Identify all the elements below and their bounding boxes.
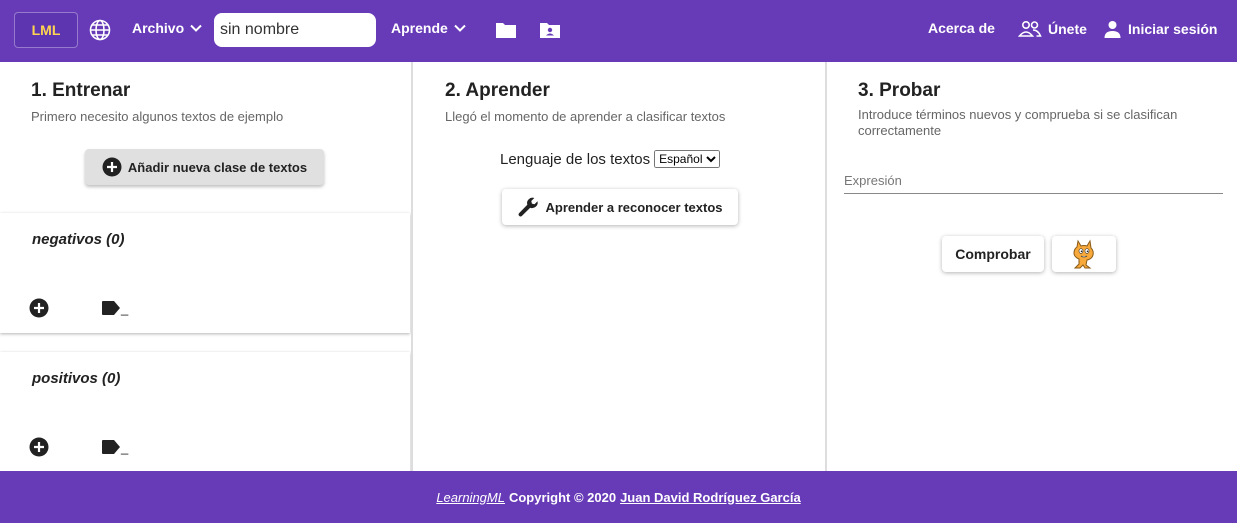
about-label: Acerca de bbox=[928, 20, 995, 36]
learn-subtitle: Llegó el momento de aprender a clasifica… bbox=[445, 109, 726, 124]
add-example-icon[interactable] bbox=[29, 437, 49, 457]
logo-button[interactable]: LML bbox=[14, 12, 78, 48]
project-name-input[interactable] bbox=[214, 13, 376, 47]
aprende-menu[interactable]: Aprende bbox=[391, 20, 467, 36]
tag-text: _ bbox=[121, 301, 129, 316]
add-class-button[interactable]: Añadir nueva clase de textos bbox=[85, 149, 324, 185]
train-panel: 1. Entrenar Primero necesito algunos tex… bbox=[0, 62, 410, 472]
train-subtitle: Primero necesito algunos textos de ejemp… bbox=[31, 109, 284, 124]
language-label: Lenguaje de los textos bbox=[500, 150, 651, 168]
learn-title: 2. Aprender bbox=[445, 80, 550, 101]
expression-input[interactable]: Expresión bbox=[844, 173, 902, 188]
brand-link[interactable]: LearningML bbox=[436, 490, 505, 505]
about-link[interactable]: Acerca de bbox=[928, 20, 995, 36]
class-name: positivos (0) bbox=[32, 370, 121, 387]
copyright-text: Copyright © 2020 bbox=[508, 489, 617, 505]
tag-text: _ bbox=[121, 440, 129, 455]
add-class-label: Añadir nueva clase de textos bbox=[127, 159, 308, 175]
chevron-down-icon bbox=[190, 24, 202, 32]
tag-icon[interactable] bbox=[101, 300, 121, 316]
aprende-label: Aprende bbox=[391, 20, 448, 36]
class-card: positivos (0) _ bbox=[0, 352, 410, 472]
top-bar: LML Archivo Aprende Acerca de Únete Inic… bbox=[0, 0, 1237, 62]
tag-icon[interactable] bbox=[101, 439, 121, 455]
check-button-label: Comprobar bbox=[955, 246, 1031, 262]
test-subtitle: Introduce términos nuevos y comprueba si… bbox=[858, 107, 1178, 138]
scratch-button[interactable] bbox=[1052, 236, 1116, 272]
add-circle-icon bbox=[102, 157, 122, 177]
archivo-label: Archivo bbox=[132, 20, 185, 36]
chevron-down-icon bbox=[454, 24, 466, 32]
archivo-menu[interactable]: Archivo bbox=[132, 20, 203, 36]
class-name: negativos (0) bbox=[32, 231, 125, 248]
login-label: Iniciar sesión bbox=[1128, 21, 1218, 37]
join-label: Únete bbox=[1048, 21, 1087, 37]
scratch-cat-icon bbox=[1073, 239, 1094, 269]
wrench-icon bbox=[519, 197, 539, 217]
class-card: negativos (0) _ bbox=[0, 213, 410, 333]
learn-button[interactable]: Aprender a reconocer textos bbox=[502, 189, 738, 225]
expression-underline bbox=[844, 193, 1223, 194]
check-button[interactable]: Comprobar bbox=[942, 236, 1044, 272]
login-link[interactable]: Iniciar sesión bbox=[1103, 20, 1217, 38]
test-panel: 3. Probar Introduce términos nuevos y co… bbox=[825, 62, 1237, 471]
train-title: 1. Entrenar bbox=[31, 80, 131, 101]
folder-shared-icon[interactable] bbox=[539, 20, 561, 40]
learn-panel: 2. Aprender Llegó el momento de aprender… bbox=[411, 62, 824, 471]
folder-icon[interactable] bbox=[495, 20, 517, 40]
add-example-icon[interactable] bbox=[29, 298, 49, 318]
footer: LearningML Copyright © 2020 Juan David R… bbox=[0, 471, 1237, 523]
people-icon bbox=[1018, 20, 1042, 37]
globe-icon[interactable] bbox=[88, 18, 112, 42]
person-icon bbox=[1104, 21, 1121, 38]
test-title: 3. Probar bbox=[858, 80, 941, 101]
learn-button-label: Aprender a reconocer textos bbox=[545, 199, 723, 215]
join-link[interactable]: Únete bbox=[1018, 20, 1087, 38]
language-select[interactable]: Español bbox=[654, 150, 721, 168]
author-link[interactable]: Juan David Rodríguez García bbox=[620, 490, 801, 505]
language-row: Lenguaje de los textos Español bbox=[500, 150, 721, 168]
